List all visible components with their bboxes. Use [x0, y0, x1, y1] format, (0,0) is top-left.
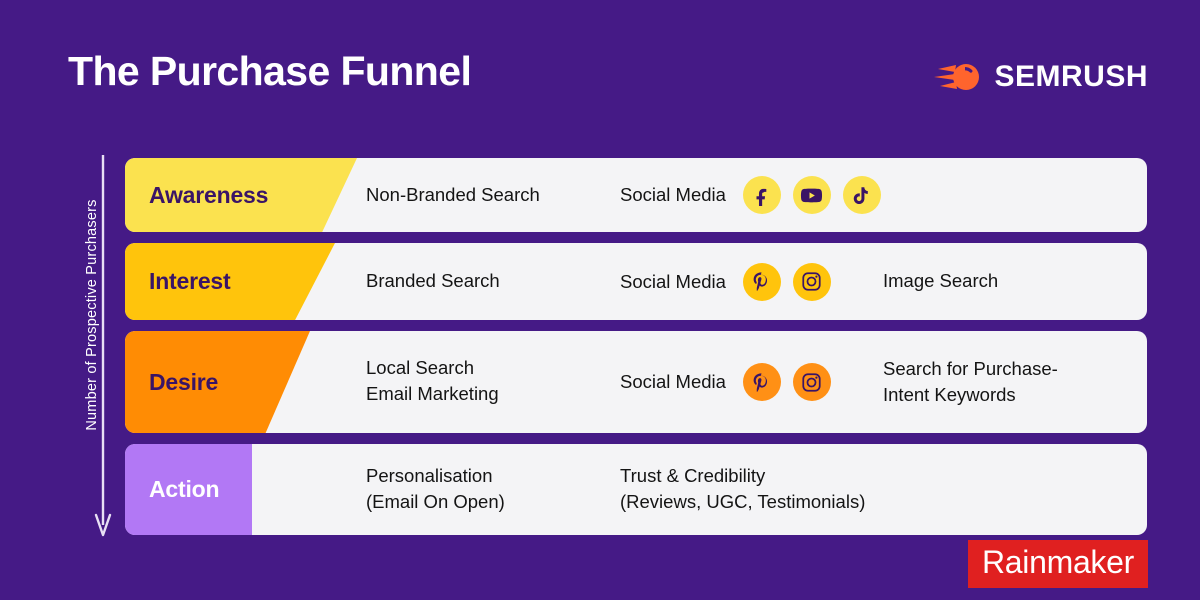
channel-text-trust-credibility: Trust & Credibility (Reviews, UGC, Testi… [620, 465, 866, 513]
social-media-label: Social Media [620, 371, 726, 392]
row-cells: Personalisation (Email On Open) Trust & … [125, 444, 1147, 535]
social-media-group: Social Media [620, 363, 831, 401]
page-title: The Purchase Funnel [68, 48, 472, 94]
tiktok-icon[interactable] [842, 176, 881, 214]
funnel-row-awareness[interactable]: Awareness Non-Branded Search Social Medi… [125, 158, 1147, 232]
channel-text-image-search: Image Search [883, 270, 999, 292]
axis: Number of Prospective Purchasers [62, 155, 118, 540]
instagram-icon[interactable] [792, 262, 831, 301]
social-media-group: Social Media [620, 262, 831, 301]
pinterest-icon[interactable] [742, 363, 781, 401]
channel-text-non-branded-search: Non-Branded Search [366, 183, 540, 205]
row-cells: Branded Search Social Media Image Search [125, 243, 1147, 320]
channel-text-purchase-intent-keywords: Search for Purchase- Intent Keywords [883, 358, 1058, 406]
semrush-comet-icon [934, 64, 980, 90]
rainmaker-logo: Rainmaker [967, 540, 1148, 588]
semrush-logo: SEMRUSH [934, 58, 1148, 96]
channel-text-local-search-email: Local Search Email Marketing [366, 357, 499, 405]
funnel-rows: Awareness Non-Branded Search Social Medi… [125, 158, 1147, 535]
axis-down-arrow-icon [94, 155, 112, 537]
funnel-row-desire[interactable]: Desire Local Search Email Marketing Soci… [125, 331, 1147, 433]
channel-text-branded-search: Branded Search [366, 270, 500, 292]
funnel-row-interest[interactable]: Interest Branded Search Social Media Ima… [125, 243, 1147, 320]
social-media-group: Social Media [620, 176, 881, 214]
channel-text-personalisation: Personalisation (Email On Open) [366, 465, 505, 513]
pinterest-icon[interactable] [742, 262, 781, 301]
social-media-label: Social Media [620, 270, 726, 292]
instagram-icon[interactable] [792, 363, 831, 401]
facebook-icon[interactable] [742, 176, 781, 214]
infographic-canvas: The Purchase Funnel SEMRUSH Number of Pr… [0, 0, 1200, 600]
row-cells: Local Search Email Marketing Social Medi… [125, 331, 1147, 433]
social-media-label: Social Media [620, 184, 726, 205]
rainmaker-wordmark: Rainmaker [981, 544, 1134, 580]
semrush-wordmark: SEMRUSH [994, 60, 1148, 93]
row-cells: Non-Branded Search Social Media [125, 158, 1147, 232]
youtube-icon[interactable] [792, 176, 831, 214]
funnel-row-action[interactable]: Action Personalisation (Email On Open) T… [125, 444, 1147, 535]
